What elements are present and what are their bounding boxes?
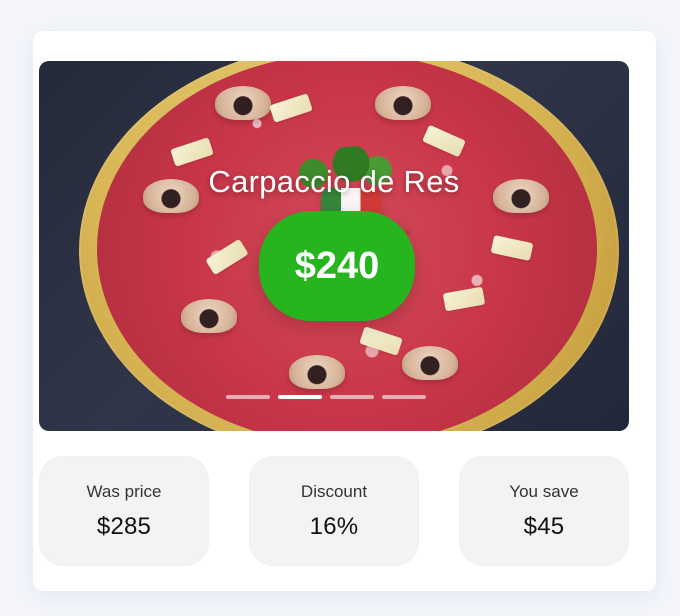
mushroom-topping [215,86,271,120]
discount-value: 16% [309,512,359,540]
discount-card: Discount 16% [249,456,419,566]
price-badge: $240 [259,211,415,321]
mushroom-topping [181,299,237,333]
you-save-card: You save $45 [459,456,629,566]
mushroom-topping [402,346,458,380]
carousel-dot[interactable] [330,395,374,399]
mushroom-topping [375,86,431,120]
discount-label: Discount [300,481,368,501]
carousel-indicators[interactable] [226,395,426,399]
was-price-label: Was price [86,481,162,501]
carousel-dot[interactable] [382,395,426,399]
was-price-card: Was price $285 [39,456,209,566]
page: Carpaccio de Res $240 Was price $285 Dis… [0,0,680,616]
you-save-value: $45 [523,512,565,540]
mushroom-topping [289,355,345,389]
you-save-label: You save [509,481,579,501]
price-stats: Was price $285 Discount 16% You save $45 [39,456,629,566]
was-price-value: $285 [96,512,152,540]
hero-image: Carpaccio de Res $240 [39,61,629,431]
carousel-dot[interactable] [226,395,270,399]
product-card: Carpaccio de Res $240 Was price $285 Dis… [33,31,656,591]
carousel-dot-active[interactable] [278,395,322,399]
product-title: Carpaccio de Res [208,164,460,199]
